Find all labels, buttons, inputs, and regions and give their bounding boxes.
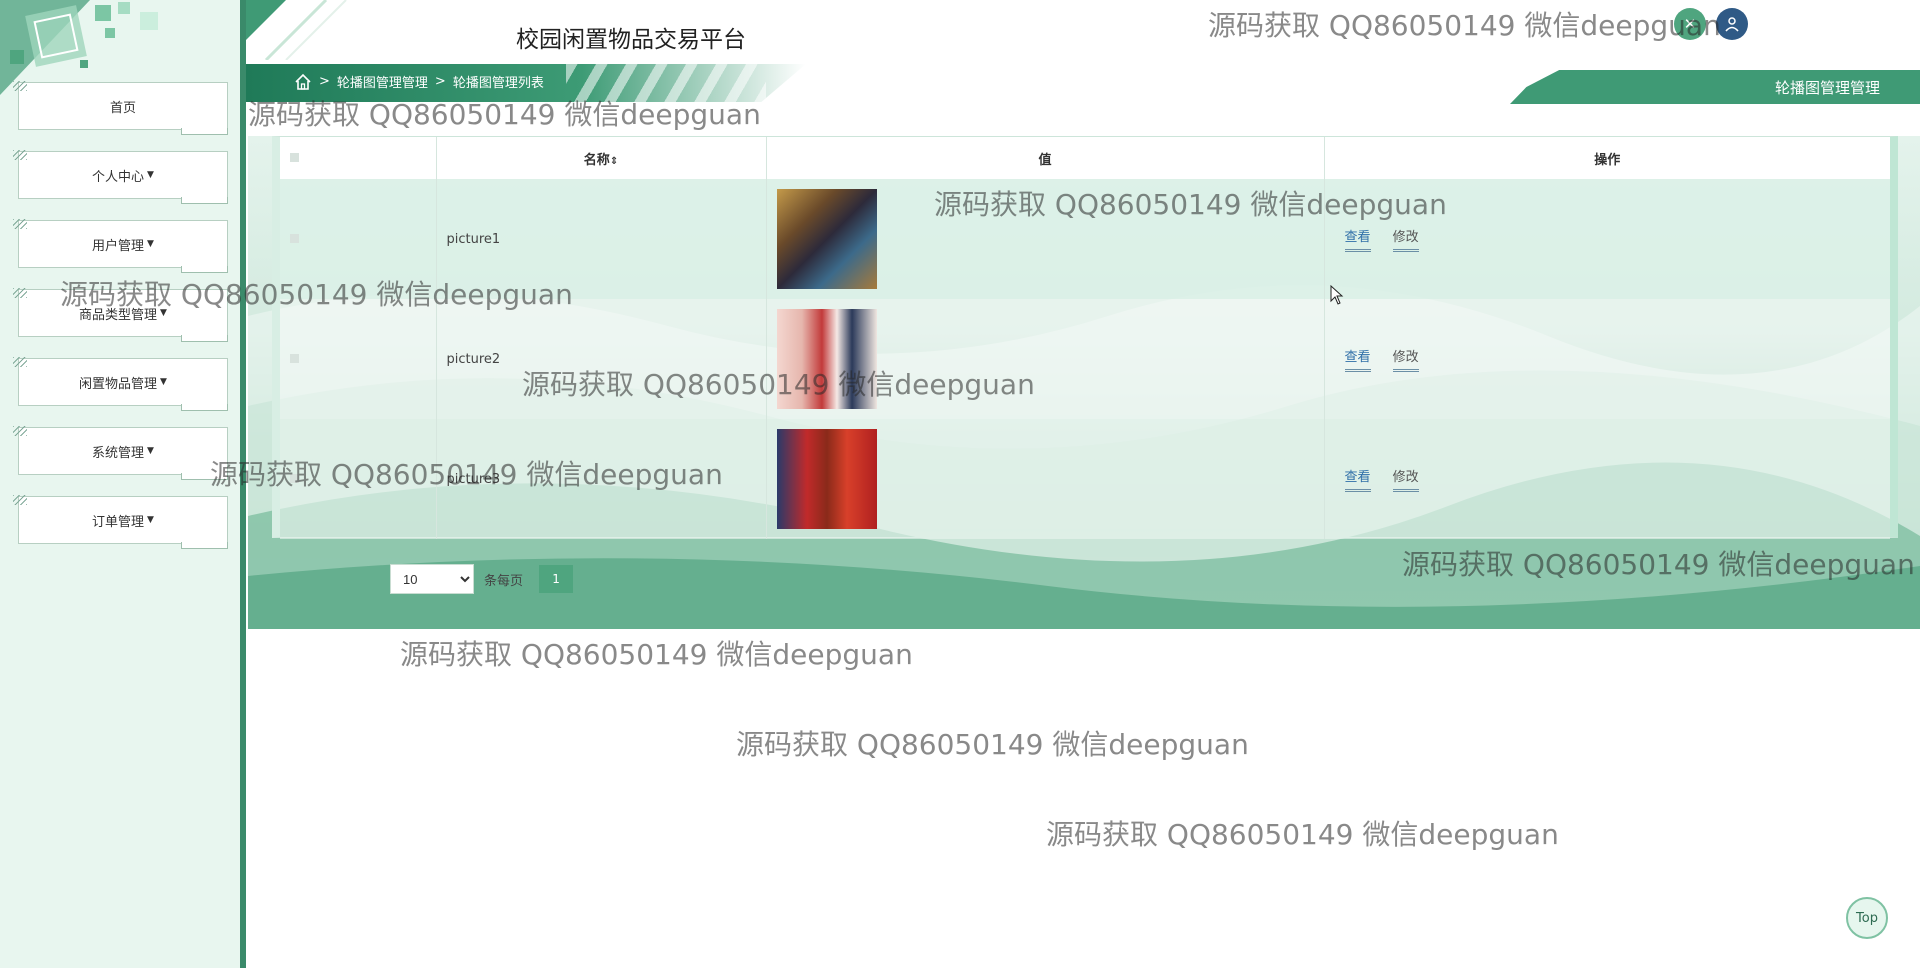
actions-cell: 查看 修改 <box>1324 179 1890 299</box>
breadcrumb: > 轮播图管理管理 > 轮播图管理列表 <box>294 72 544 91</box>
back-to-top-button[interactable]: Top <box>1846 897 1888 939</box>
sidebar: 首页 个人中心 ▼ 用户管理 ▼ 商品类型管理 ▼ 闲置物品管理 ▼ 系统管理 … <box>0 0 246 968</box>
stripe-decoration <box>566 64 766 102</box>
checkbox-cell <box>280 179 437 299</box>
watermark-text: 源码获取 QQ86050149 微信deepguan <box>1046 818 1559 851</box>
caret-down-icon: ▼ <box>160 308 167 318</box>
hatch-decoration <box>13 81 27 91</box>
name-cell: picture1 <box>436 179 767 299</box>
pagination: 10 条每页 1 <box>390 564 574 594</box>
caret-down-icon: ▼ <box>147 446 154 456</box>
header-decoration <box>246 0 347 60</box>
sidebar-decoration <box>0 0 158 95</box>
thumbnail-image <box>776 429 877 529</box>
sidebar-menu: 首页 个人中心 ▼ 用户管理 ▼ 商品类型管理 ▼ 闲置物品管理 ▼ 系统管理 … <box>13 81 230 565</box>
hatch-decoration <box>13 288 27 298</box>
hatch-decoration <box>13 219 27 229</box>
home-icon[interactable] <box>294 73 312 91</box>
edit-button[interactable]: 修改 <box>1392 226 1419 252</box>
user-avatar-icon[interactable]: ✕ <box>1674 8 1706 40</box>
per-page-label: 条每页 <box>484 573 524 589</box>
column-header-name[interactable]: 名称⇕ <box>436 137 767 179</box>
caret-down-icon: ▼ <box>147 239 154 249</box>
select-all-cell <box>280 137 437 179</box>
thumbnail-image <box>776 189 877 289</box>
app-title: 校园闲置物品交易平台 <box>516 27 746 53</box>
breadcrumb-level1[interactable]: 轮播图管理管理 <box>337 72 428 91</box>
sidebar-item-idle-item-management[interactable]: 闲置物品管理 ▼ <box>13 357 228 411</box>
sidebar-item-label: 订单管理 <box>92 514 145 530</box>
sidebar-item-personal-center[interactable]: 个人中心 ▼ <box>13 150 228 204</box>
sidebar-item-system-management[interactable]: 系统管理 ▼ <box>13 426 228 480</box>
sidebar-item-product-type-management[interactable]: 商品类型管理 ▼ <box>13 288 228 342</box>
select-all-checkbox[interactable] <box>290 152 299 162</box>
watermark-text: 源码获取 QQ86050149 微信deepguan <box>400 638 913 671</box>
sidebar-item-label: 商品类型管理 <box>79 307 158 323</box>
view-button[interactable]: 查看 <box>1344 226 1371 252</box>
sidebar-item-user-management[interactable]: 用户管理 ▼ <box>13 219 228 273</box>
sort-icon[interactable]: ⇕ <box>610 156 618 167</box>
caret-down-icon: ▼ <box>147 515 154 525</box>
column-label: 名称 <box>583 152 610 168</box>
sidebar-item-label: 首页 <box>109 100 136 116</box>
hatch-decoration <box>13 150 27 160</box>
sidebar-item-label: 用户管理 <box>92 238 145 254</box>
thumbnail-image <box>776 309 877 409</box>
column-header-value: 值 <box>766 137 1325 179</box>
hatch-decoration <box>13 357 27 367</box>
edit-button[interactable]: 修改 <box>1392 466 1419 492</box>
sidebar-item-label: 闲置物品管理 <box>79 376 158 392</box>
caret-down-icon: ▼ <box>147 170 154 180</box>
row-checkbox[interactable] <box>290 473 299 483</box>
name-cell: picture2 <box>436 299 767 419</box>
view-button[interactable]: 查看 <box>1344 346 1371 372</box>
table-header-row: 名称⇕ 值 操作 <box>280 137 1890 179</box>
checkbox-cell <box>280 419 437 539</box>
name-cell: picture3 <box>436 419 767 539</box>
value-cell <box>766 299 1325 419</box>
actions-cell: 查看 修改 <box>1324 299 1890 419</box>
breadcrumb-level2: 轮播图管理列表 <box>452 76 544 91</box>
breadcrumb-separator: > <box>434 74 446 89</box>
hatch-decoration <box>13 495 27 505</box>
page-flag-label: 轮播图管理管理 <box>1774 79 1880 97</box>
row-checkbox[interactable] <box>290 353 299 363</box>
mouse-cursor-icon <box>1330 285 1344 305</box>
value-cell <box>766 419 1325 539</box>
table-row: picture1 查看 修改 <box>280 179 1890 299</box>
data-table-container: 名称⇕ 值 操作 picture1 查看 修改 picture2 查看 修改 p… <box>272 136 1898 539</box>
breadcrumb-separator: > <box>319 74 330 89</box>
data-table: 名称⇕ 值 操作 picture1 查看 修改 picture2 查看 修改 p… <box>280 137 1890 539</box>
row-checkbox[interactable] <box>290 233 299 243</box>
page-size-select[interactable]: 10 <box>390 564 474 594</box>
header: 校园闲置物品交易平台 ✕ > 轮播图管理管理 > 轮播图管理列表 轮播图管理管理 <box>246 0 1920 136</box>
sidebar-item-order-management[interactable]: 订单管理 ▼ <box>13 495 228 549</box>
sidebar-item-label: 个人中心 <box>92 169 145 185</box>
user-profile-icon[interactable] <box>1716 8 1748 40</box>
table-row: picture3 查看 修改 <box>280 419 1890 539</box>
person-icon <box>1725 17 1739 32</box>
edit-button[interactable]: 修改 <box>1392 346 1419 372</box>
sidebar-item-home[interactable]: 首页 <box>13 81 228 135</box>
hatch-decoration <box>13 426 27 436</box>
table-row: picture2 查看 修改 <box>280 299 1890 419</box>
watermark-text: 源码获取 QQ86050149 微信deepguan <box>736 728 1249 761</box>
caret-down-icon: ▼ <box>160 377 167 387</box>
value-cell <box>766 179 1325 299</box>
sidebar-item-label: 系统管理 <box>92 445 145 461</box>
page-number-button[interactable]: 1 <box>539 565 574 593</box>
view-button[interactable]: 查看 <box>1344 466 1371 492</box>
checkbox-cell <box>280 299 437 419</box>
column-header-actions: 操作 <box>1594 152 1621 168</box>
actions-cell: 查看 修改 <box>1324 419 1890 539</box>
